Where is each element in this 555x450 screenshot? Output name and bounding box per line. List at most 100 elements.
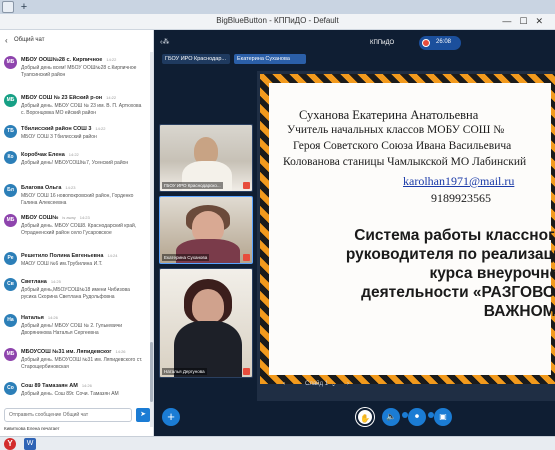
chat-title: Общий чат xyxy=(14,37,45,43)
message-text: Добрый день! МБОУСОШ№7, Усенский район xyxy=(21,160,129,166)
message-sender: Тбилисский район СОШ 3 14:22 xyxy=(21,126,105,132)
avatar: Бл xyxy=(4,184,17,197)
window-controls[interactable]: —☐✕ xyxy=(502,16,551,27)
avatar: ТБ xyxy=(4,125,17,138)
message-text: Добрый день. МБОУСОШ №31 им. Ляпидевског… xyxy=(21,357,143,370)
chat-message-input[interactable]: Отправить сообщение Общий чат xyxy=(4,408,132,422)
sender-name: МБОУ СОШ№ xyxy=(21,215,59,221)
message-time: 14:23 xyxy=(65,185,76,190)
chat-header[interactable]: ‹ Общий чат xyxy=(0,30,154,50)
slide-heading-line: руководителя по реализации xyxy=(345,246,555,263)
os-taskbar: Y W xyxy=(0,436,555,450)
message-text: Добрый день! МБОУ СОШ № 2. Гулькевичи Дв… xyxy=(21,323,123,336)
webcam-tile[interactable]: Екатерина Суханова xyxy=(159,196,253,264)
slide-author-name: Суханова Екатерина Анатольевна xyxy=(299,108,479,122)
recording-indicator[interactable]: 26:08 xyxy=(419,36,461,50)
avatar: МБ xyxy=(4,348,17,361)
slide-selector[interactable]: Слайд 1 xyxy=(305,381,328,387)
message-sender: Благова Ольга 14:23 xyxy=(21,185,75,191)
speaker-icon[interactable]: 🔈 xyxy=(382,408,400,426)
chevron-down-icon[interactable]: ⌄ xyxy=(331,381,336,388)
webcam-name-label: Екатерина Суханова xyxy=(162,254,210,261)
room-name: КППиДО xyxy=(370,40,395,46)
message-text: Добрый день. МБОУ СОШ8. Краснодарский кр… xyxy=(21,223,137,236)
slide-phone: 9189923565 xyxy=(431,191,491,205)
yandex-browser-icon[interactable]: Y xyxy=(4,438,16,450)
sender-name: Тбилисский район СОШ 3 xyxy=(21,126,92,132)
message-sender: МБОУ СОШ № 23 Ейский р-он 14:22 xyxy=(21,95,116,101)
actions-plus-button[interactable]: + xyxy=(162,408,180,426)
new-tab-button[interactable]: + xyxy=(18,1,30,13)
avatar: Ре xyxy=(4,252,17,265)
record-time: 26:08 xyxy=(436,39,452,45)
avatar: Ко xyxy=(4,151,17,164)
talking-indicator: ГБОУ ИРО Краснодар... xyxy=(162,54,230,64)
chat-panel: ‹ Общий чат МБ МБОУ ООШ№28 с. Кирпичное 14… xyxy=(0,30,154,436)
message-sender: МБОУСОШ №31 им. Ляпидевског 14:26 xyxy=(21,349,126,355)
webcam-tile[interactable]: Наталья Дергунова xyxy=(159,268,253,378)
message-time: 14:23 xyxy=(79,215,90,220)
message-time: 14:26 xyxy=(47,315,58,320)
message-time: 14:25 xyxy=(50,279,61,284)
message-sender: МБОУ СОШ№ is away 14:23 xyxy=(21,215,90,221)
message-text: МАОУ СОШ №6 им.Трубилина И.Т. xyxy=(21,261,103,267)
camera-icon[interactable]: ⚫ xyxy=(408,408,426,426)
sender-name: Благова Ольга xyxy=(21,185,62,191)
webcam-tile[interactable]: ГБОУ ИРО Краснодарско... xyxy=(159,124,253,192)
message-sender: Решетило Полина Евгеньевна 14:24 xyxy=(21,253,117,259)
sender-name: Сош 89 Тамазаян АМ xyxy=(21,383,78,389)
top-bar: ‹⁂ КППиДО 26:08 ГБОУ ИРО Краснодар... Ек… xyxy=(154,30,555,66)
avatar: МБ xyxy=(4,214,17,227)
slide-heading-line: деятельности «РАЗГОВОРЫ О xyxy=(361,284,555,301)
presentation-area[interactable]: Суханова Екатерина Анатольевна Учитель н… xyxy=(257,71,555,401)
document-app-icon[interactable]: W xyxy=(24,438,36,450)
slide-email[interactable]: karolhan1971@mail.ru xyxy=(403,174,555,189)
window-titlebar: BigBlueButton - КППиДО - Default —☐✕ xyxy=(0,14,555,30)
sender-name: Наталья xyxy=(21,315,44,321)
muted-mic-icon xyxy=(243,368,250,375)
chevron-left-icon[interactable]: ‹ xyxy=(5,36,8,45)
slide-navigation: ‹ Слайд 1 ⌄ › xyxy=(283,380,383,392)
browser-tab-strip: + xyxy=(0,0,555,14)
record-dot-icon xyxy=(422,39,430,47)
scrollbar-thumb[interactable] xyxy=(150,342,153,402)
next-slide-button[interactable]: › xyxy=(347,381,349,387)
screen-share-icon[interactable]: ▣ xyxy=(434,408,452,426)
chat-scrollbar[interactable] xyxy=(150,52,153,427)
talking-indicator: Екатерина Суханова xyxy=(234,54,306,64)
sender-name: Светлана xyxy=(21,279,47,285)
message-time: 14:22 xyxy=(106,95,117,100)
slide-heading-line: Система работы классного xyxy=(354,227,555,244)
muted-mic-icon xyxy=(243,182,250,189)
main-area: ‹⁂ КППиДО 26:08 ГБОУ ИРО Краснодар... Ек… xyxy=(154,30,555,436)
slide-heading-line: курса внеурочной xyxy=(429,265,555,282)
message-time: 14:26 xyxy=(81,383,92,388)
browser-tab[interactable] xyxy=(2,1,14,13)
avatar: Св xyxy=(4,278,17,291)
avatar: МБ xyxy=(4,94,17,107)
action-bar: + ✋ 🔈 ⚫ ▣ xyxy=(154,400,555,436)
collapse-panel-button[interactable]: ‹⁂ xyxy=(160,38,169,46)
typing-indicator: Кивиткова Елена печатает xyxy=(4,426,60,431)
message-time: 14:22 xyxy=(95,126,106,131)
participant-face xyxy=(192,289,224,323)
message-sender: Сош 89 Тамазаян АМ 14:26 xyxy=(21,383,92,389)
message-text: МБОУ СОШ 16 новопокровский район, Горден… xyxy=(21,193,134,206)
slide-school-name: Героя Советского Союза Ивана Васильевича xyxy=(293,140,512,152)
presentation-slide: Суханова Екатерина Анатольевна Учитель н… xyxy=(260,74,555,384)
send-icon[interactable]: ➤ xyxy=(136,408,150,422)
avatar: На xyxy=(4,314,17,327)
message-time: 14:22 xyxy=(106,57,117,62)
message-sender: Наталья 14:26 xyxy=(21,315,58,321)
sender-status: is away xyxy=(62,215,76,220)
sender-name: МБОУ СОШ № 23 Ейский р-он xyxy=(21,95,103,101)
slide-author-role: Учитель начальных классов МОБУ СОШ № xyxy=(287,124,505,136)
previous-slide-button[interactable]: ‹ xyxy=(283,381,285,387)
message-time: 14:22 xyxy=(68,152,79,157)
message-text: Добрый день всем! МБОУ ООШ№28 с.Кирпично… xyxy=(21,65,137,78)
slide-school-location: Колованова станицы Чамлыкской МО Лабинск… xyxy=(283,156,527,168)
avatar: Со xyxy=(4,382,17,395)
avatar: МБ xyxy=(4,56,17,69)
raise-hand-icon[interactable]: ✋ xyxy=(356,408,374,426)
muted-mic-icon xyxy=(243,254,250,261)
